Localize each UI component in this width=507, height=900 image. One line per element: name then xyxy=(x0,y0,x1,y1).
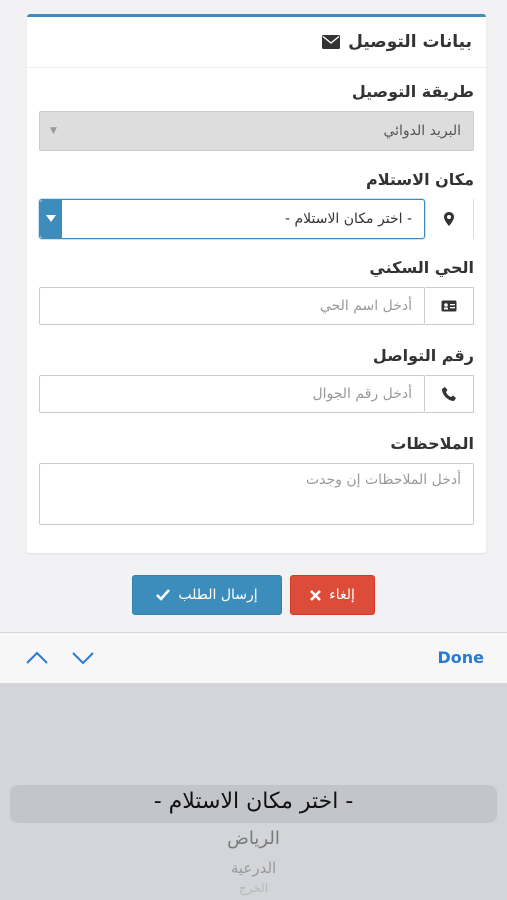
caret-down-icon: ▼ xyxy=(50,126,57,136)
picker-option[interactable]: الخرج xyxy=(0,881,507,895)
envelope-icon xyxy=(322,35,341,49)
card-header: بيانات التوصيل xyxy=(27,17,486,68)
notes-label: الملاحظات xyxy=(390,434,474,453)
district-label: الحي السكني xyxy=(369,258,474,277)
map-marker-icon xyxy=(425,199,474,239)
id-card-icon xyxy=(425,287,474,325)
chevron-down-icon[interactable] xyxy=(72,649,94,667)
pickup-place-select[interactable]: - اختر مكان الاستلام - xyxy=(39,199,425,239)
done-button[interactable]: Done xyxy=(437,648,484,667)
picker-option[interactable]: الرياض xyxy=(0,828,507,849)
chevron-up-icon[interactable] xyxy=(26,649,48,667)
keyboard-toolbar: Done xyxy=(0,632,507,684)
pickup-place-label: مكان الاستلام xyxy=(366,170,474,189)
picker-selected-option[interactable]: - اختر مكان الاستلام - xyxy=(0,789,507,814)
delivery-method-select[interactable]: البريد الدوائي ▼ xyxy=(39,111,474,151)
phone-input[interactable]: أدخل رقم الجوال xyxy=(39,375,425,413)
cancel-button[interactable]: إلغاء xyxy=(290,575,375,615)
notes-textarea[interactable]: أدخل الملاحظات إن وجدت xyxy=(39,463,474,525)
form-actions: إرسال الطلب إلغاء xyxy=(0,575,507,615)
close-icon xyxy=(310,589,322,601)
delivery-card: بيانات التوصيل طريقة التوصيل البريد الدو… xyxy=(27,14,486,553)
card-title: بيانات التوصيل xyxy=(348,32,472,52)
caret-down-icon xyxy=(40,200,62,238)
delivery-method-value: البريد الدوائي xyxy=(383,123,461,139)
notes-placeholder: أدخل الملاحظات إن وجدت xyxy=(305,472,461,488)
phone-icon xyxy=(425,375,474,413)
phone-placeholder: أدخل رقم الجوال xyxy=(312,386,412,402)
pickup-place-value: - اختر مكان الاستلام - xyxy=(284,211,412,227)
phone-label: رقم التواصل xyxy=(372,346,474,365)
send-order-button[interactable]: إرسال الطلب xyxy=(132,575,282,615)
option-picker[interactable]: - اختر مكان الاستلام - الرياض الدرعية ال… xyxy=(0,683,507,900)
cancel-label: إلغاء xyxy=(329,587,355,603)
delivery-method-label: طريقة التوصيل xyxy=(351,82,474,101)
picker-option[interactable]: الدرعية xyxy=(0,859,507,877)
send-order-label: إرسال الطلب xyxy=(178,587,258,603)
check-icon xyxy=(156,589,171,601)
district-placeholder: أدخل اسم الحي xyxy=(319,298,412,314)
district-input[interactable]: أدخل اسم الحي xyxy=(39,287,425,325)
